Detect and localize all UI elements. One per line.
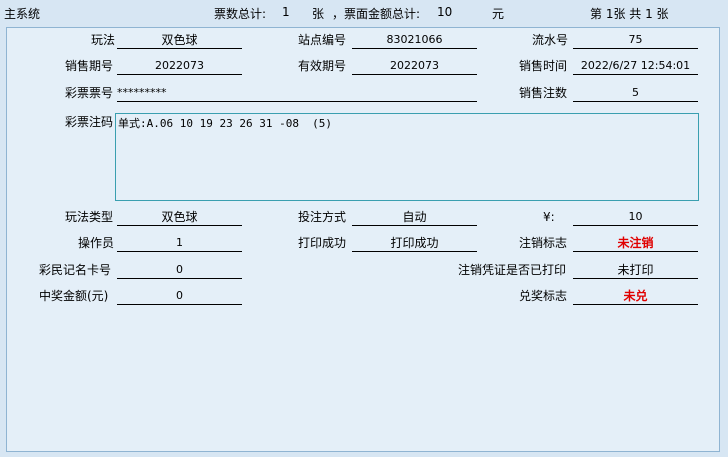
serial-field: 75: [573, 32, 698, 49]
price-label: ¥:: [543, 210, 555, 224]
sale-period-label: 销售期号: [65, 59, 114, 73]
operator-label: 操作员: [78, 236, 115, 250]
card-no-label: 彩民记名卡号: [39, 263, 112, 277]
play-method-field: 双色球: [117, 32, 242, 49]
page-info: 第 1张 共 1 张: [590, 7, 669, 21]
station-field: 83021066: [352, 32, 477, 49]
serial-label: 流水号: [532, 33, 569, 47]
valid-period-label: 有效期号: [298, 59, 347, 73]
amount-total: 10: [437, 5, 453, 19]
valid-period-field: 2022073: [352, 58, 477, 75]
print-status-field: 打印成功: [352, 235, 477, 252]
redeem-flag-field: 未兑: [573, 288, 698, 305]
bet-mode-field: 自动: [352, 209, 477, 226]
top-summary-bar: 主系统 票数总计: 1 张 ，票面金额总计: 10 元 第 1张 共 1 张: [0, 0, 728, 26]
amount-unit: 元: [492, 7, 505, 21]
cancel-flag-field: 未注销: [573, 235, 698, 252]
prize-amount-field: 0: [117, 288, 242, 305]
play-type-label: 玩法类型: [65, 210, 114, 224]
ticket-no-field: *********: [117, 85, 477, 102]
bet-code-label: 彩票注码: [65, 115, 114, 129]
ticket-count: 1: [282, 5, 290, 19]
cancel-printed-field: 未打印: [573, 262, 698, 279]
sale-period-field: 2022073: [117, 58, 242, 75]
print-status-label: 打印成功: [298, 236, 347, 250]
price-field: 10: [573, 209, 698, 226]
sale-count-field: 5: [573, 85, 698, 102]
play-type-field: 双色球: [117, 209, 242, 226]
ticket-no-label: 彩票票号: [65, 86, 114, 100]
bet-mode-label: 投注方式: [298, 210, 347, 224]
ticket-unit: 张: [312, 7, 325, 21]
bet-code-textarea[interactable]: 单式:A.06 10 19 23 26 31 -08 (5): [115, 113, 699, 201]
window-title: 主系统: [4, 7, 41, 21]
play-method-label: 玩法: [91, 33, 116, 47]
redeem-flag-label: 兑奖标志: [519, 289, 568, 303]
station-label: 站点编号: [298, 33, 347, 47]
amount-label: ，票面金额总计:: [332, 7, 421, 21]
prize-amount-label: 中奖金额(元): [39, 289, 109, 303]
ticket-count-label: 票数总计:: [214, 7, 267, 21]
cancel-printed-label: 注销凭证是否已打印: [458, 263, 567, 277]
sale-time-label: 销售时间: [519, 59, 568, 73]
operator-field: 1: [117, 235, 242, 252]
sale-time-field: 2022/6/27 12:54:01: [573, 58, 698, 75]
sale-count-label: 销售注数: [519, 86, 568, 100]
cancel-flag-label: 注销标志: [519, 236, 568, 250]
card-no-field: 0: [117, 262, 242, 279]
